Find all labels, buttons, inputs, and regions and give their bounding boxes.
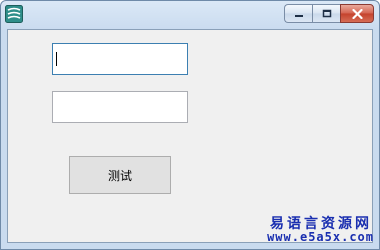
text-caret — [56, 52, 57, 66]
close-button[interactable] — [340, 4, 374, 23]
close-icon — [351, 8, 363, 19]
text-input-2[interactable] — [52, 91, 188, 123]
app-icon[interactable] — [5, 5, 23, 23]
test-button-label: 测试 — [107, 168, 132, 183]
minimize-icon — [294, 14, 303, 17]
maximize-icon — [322, 9, 331, 18]
maximize-button[interactable] — [312, 4, 340, 23]
watermark-url: www.e5a5x.com — [267, 230, 374, 244]
title-bar[interactable] — [1, 1, 379, 29]
minimize-button[interactable] — [284, 4, 312, 23]
test-button[interactable]: 测试 — [69, 156, 171, 194]
caption-buttons — [284, 4, 374, 23]
form-client-area: 测试 — [7, 29, 373, 243]
text-input-1[interactable] — [52, 43, 188, 75]
